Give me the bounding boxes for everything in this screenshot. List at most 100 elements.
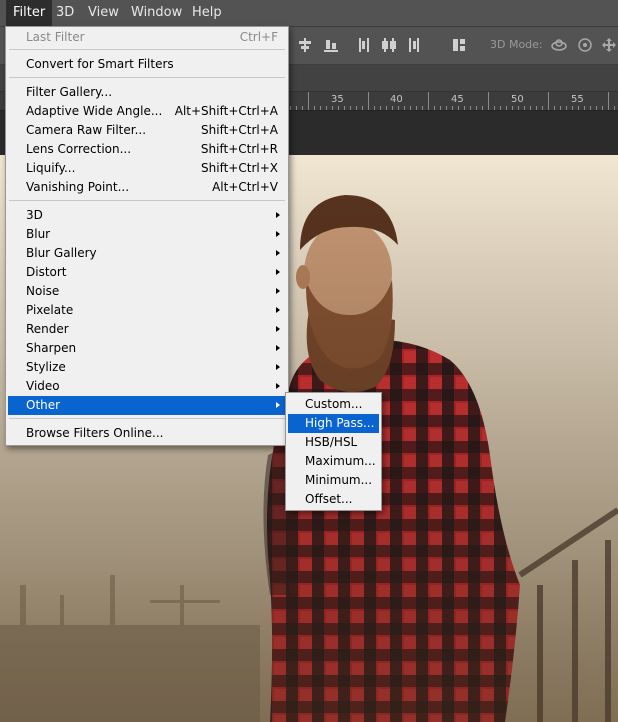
- ruler-tick: [458, 106, 459, 110]
- 3d-roll-icon[interactable]: [576, 36, 594, 54]
- ruler-tick: [434, 106, 435, 110]
- menu-separator: [9, 77, 285, 78]
- ruler-tick: [320, 106, 321, 110]
- ruler-tick: [362, 106, 363, 110]
- submenu-item-offset[interactable]: Offset...: [288, 490, 379, 509]
- ruler-tick: [338, 106, 339, 110]
- menu-item-label: Other: [26, 398, 61, 412]
- ruler-tick: [452, 106, 453, 110]
- ruler-tick: [482, 106, 483, 110]
- ruler-tick: [548, 92, 549, 110]
- menu-item-label: Noise: [26, 284, 60, 298]
- menu-item-label: Filter Gallery...: [26, 85, 113, 99]
- menu-item-label: Convert for Smart Filters: [26, 57, 174, 71]
- distribute-left-icon[interactable]: [356, 36, 374, 54]
- menu-item-label: Adaptive Wide Angle...: [26, 104, 163, 118]
- menu-item-label: High Pass...: [305, 416, 375, 430]
- menu-item-liquify[interactable]: Liquify... Shift+Ctrl+X: [8, 159, 286, 178]
- menu-item-browse-filters-online[interactable]: Browse Filters Online...: [8, 424, 286, 443]
- menu-bar: Filter 3D View Window Help: [0, 0, 618, 27]
- ruler-tick: [440, 106, 441, 110]
- ruler-tick: [518, 106, 519, 110]
- menu-item-render[interactable]: Render: [8, 320, 286, 339]
- ruler-tick: [374, 106, 375, 110]
- ruler-tick: [428, 92, 429, 110]
- menu-item-noise[interactable]: Noise: [8, 282, 286, 301]
- menu-item-video[interactable]: Video: [8, 377, 286, 396]
- ruler-tick: [296, 106, 297, 110]
- 3d-pan-icon[interactable]: [600, 36, 618, 54]
- menu-filter[interactable]: Filter: [6, 0, 53, 26]
- menu-item-stylize[interactable]: Stylize: [8, 358, 286, 377]
- menu-item-label: Sharpen: [26, 341, 77, 355]
- ruler-label: 45: [451, 94, 464, 105]
- align-horizontal-center-icon[interactable]: [296, 36, 314, 54]
- menu-3d[interactable]: 3D: [49, 0, 81, 26]
- submenu-arrow-icon: [276, 383, 280, 389]
- submenu-item-hsb-hsl[interactable]: HSB/HSL: [288, 433, 379, 452]
- menu-item-camera-raw-filter[interactable]: Camera Raw Filter... Shift+Ctrl+A: [8, 121, 286, 140]
- menu-item-shortcut: Alt+Shift+Ctrl+A: [174, 104, 278, 118]
- submenu-item-maximum[interactable]: Maximum...: [288, 452, 379, 471]
- menu-item-distort[interactable]: Distort: [8, 263, 286, 282]
- ruler-tick: [560, 106, 561, 110]
- menu-item-adaptive-wide-angle[interactable]: Adaptive Wide Angle... Alt+Shift+Ctrl+A: [8, 102, 286, 121]
- ruler-tick: [392, 106, 393, 110]
- submenu-item-minimum[interactable]: Minimum...: [288, 471, 379, 490]
- distribute-center-icon[interactable]: [380, 36, 398, 54]
- ruler-tick: [506, 106, 507, 110]
- menu-item-label: Liquify...: [26, 161, 76, 175]
- menu-item-lens-correction[interactable]: Lens Correction... Shift+Ctrl+R: [8, 140, 286, 159]
- submenu-item-high-pass[interactable]: High Pass...: [288, 414, 379, 433]
- menu-item-sharpen[interactable]: Sharpen: [8, 339, 286, 358]
- submenu-arrow-icon: [276, 269, 280, 275]
- ruler-tick: [572, 106, 573, 110]
- ruler-tick: [488, 92, 489, 110]
- align-bottom-icon[interactable]: [322, 36, 340, 54]
- menu-item-pixelate[interactable]: Pixelate: [8, 301, 286, 320]
- menu-window[interactable]: Window: [124, 0, 189, 26]
- submenu-arrow-icon: [276, 250, 280, 256]
- menu-separator: [9, 200, 285, 201]
- ruler-tick: [470, 106, 471, 110]
- menu-item-filter-gallery[interactable]: Filter Gallery...: [8, 83, 286, 102]
- submenu-item-custom[interactable]: Custom...: [288, 395, 379, 414]
- menu-item-label: Browse Filters Online...: [26, 426, 164, 440]
- filter-menu: Last Filter Ctrl+F Convert for Smart Fil…: [5, 26, 289, 446]
- auto-align-icon[interactable]: [450, 36, 468, 54]
- menu-item-shortcut: Shift+Ctrl+X: [201, 161, 278, 175]
- ruler-tick: [416, 106, 417, 110]
- ruler-tick: [608, 92, 609, 110]
- menu-item-shortcut: Alt+Ctrl+V: [212, 180, 278, 194]
- ruler-tick: [524, 106, 525, 110]
- submenu-arrow-icon: [276, 231, 280, 237]
- ruler-tick: [566, 106, 567, 110]
- menu-item-blur[interactable]: Blur: [8, 225, 286, 244]
- ruler-tick: [542, 106, 543, 110]
- ruler-tick: [302, 106, 303, 110]
- ruler-tick: [602, 106, 603, 110]
- menu-item-label: HSB/HSL: [305, 435, 358, 449]
- ruler-tick: [590, 106, 591, 110]
- ruler-tick: [326, 106, 327, 110]
- ruler-tick: [578, 106, 579, 110]
- menu-item-last-filter: Last Filter Ctrl+F: [8, 28, 286, 47]
- ruler-tick: [512, 106, 513, 110]
- menu-item-label: Custom...: [305, 397, 363, 411]
- menu-item-label: Pixelate: [26, 303, 74, 317]
- ruler-tick: [404, 106, 405, 110]
- menu-item-blur-gallery[interactable]: Blur Gallery: [8, 244, 286, 263]
- menu-help[interactable]: Help: [185, 0, 229, 26]
- menu-item-label: Last Filter: [26, 30, 85, 44]
- ruler-tick: [422, 106, 423, 110]
- menu-item-label: Distort: [26, 265, 67, 279]
- 3d-orbit-icon[interactable]: [550, 36, 568, 54]
- ruler-tick: [398, 106, 399, 110]
- menu-item-other[interactable]: Other: [8, 396, 286, 415]
- menu-view[interactable]: View: [81, 0, 126, 26]
- menu-item-3d[interactable]: 3D: [8, 206, 286, 225]
- menu-item-convert-smart-filters[interactable]: Convert for Smart Filters: [8, 55, 286, 74]
- menu-item-vanishing-point[interactable]: Vanishing Point... Alt+Ctrl+V: [8, 178, 286, 197]
- ruler-tick: [308, 92, 309, 110]
- distribute-right-icon[interactable]: [404, 36, 422, 54]
